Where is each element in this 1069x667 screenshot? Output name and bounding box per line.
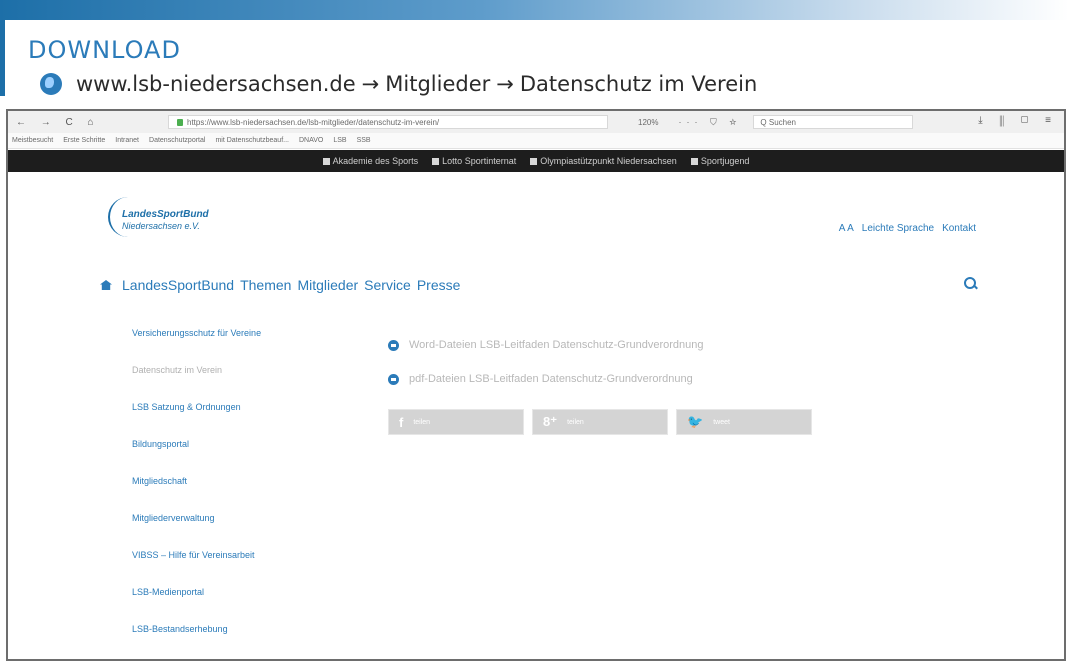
bookmark-item[interactable]: Erste Schritte bbox=[63, 137, 105, 144]
zoom-level[interactable]: 120% bbox=[638, 118, 658, 127]
checkbox-icon bbox=[530, 158, 538, 165]
nav-item-themen[interactable]: Themen bbox=[240, 277, 291, 293]
font-size-toggle[interactable]: A A bbox=[839, 223, 854, 234]
strip-link-label: Akademie des Sports bbox=[332, 156, 419, 166]
share-label: tweet bbox=[713, 418, 730, 426]
checkbox-icon bbox=[432, 158, 440, 165]
search-icon[interactable] bbox=[964, 277, 978, 291]
service-links-strip: Akademie des Sports Lotto Sportinternat … bbox=[8, 150, 1064, 172]
bookmark-item[interactable]: DNAVO bbox=[299, 137, 323, 144]
bookmark-item[interactable]: Datenschutzportal bbox=[149, 137, 205, 144]
decorative-gradient-band bbox=[0, 0, 1069, 20]
main-navigation: LandesSportBund Themen Mitglieder Servic… bbox=[100, 277, 460, 293]
home-icon[interactable] bbox=[100, 280, 112, 290]
logo-text-line1: LandesSportBund bbox=[122, 209, 209, 220]
nav-item-presse[interactable]: Presse bbox=[417, 277, 461, 293]
address-url: https://www.lsb-niedersachsen.de/lsb-mit… bbox=[187, 117, 440, 127]
download-link-word[interactable]: Word-Dateien LSB-Leitfaden Datenschutz-G… bbox=[388, 328, 704, 362]
strip-link-label: Sportjugend bbox=[700, 156, 750, 166]
strip-link-lotto[interactable]: Lotto Sportinternat bbox=[432, 156, 516, 166]
arrow-circle-icon bbox=[388, 373, 399, 385]
sidebar-item-bildungsportal[interactable]: Bildungsportal bbox=[132, 437, 342, 474]
browser-toolbar: ← → C ⌂ https://www.lsb-niedersachsen.de… bbox=[8, 111, 1064, 133]
site-logo[interactable]: LandesSportBund Niedersachsen e.V. bbox=[108, 197, 248, 237]
strip-link-olympiastuetzpunkt[interactable]: Olympiastützpunkt Niedersachsen bbox=[530, 156, 677, 166]
page-action-icons[interactable]: ··· ⛉ ☆ bbox=[678, 117, 741, 128]
bookmark-item[interactable]: Intranet bbox=[115, 137, 139, 144]
browser-tool-icons[interactable]: ⤓ ⫼ ▢ ≡ bbox=[978, 115, 1058, 126]
strip-link-label: Lotto Sportinternat bbox=[442, 156, 517, 166]
download-links: Word-Dateien LSB-Leitfaden Datenschutz-G… bbox=[388, 328, 704, 396]
bookmark-item[interactable]: LSB bbox=[333, 137, 346, 144]
sidebar-item-mitgliederverwaltung[interactable]: Mitgliederverwaltung bbox=[132, 511, 342, 548]
easy-language-link[interactable]: Leichte Sprache bbox=[862, 223, 934, 234]
download-link-label: pdf-Dateien LSB-Leitfaden Datenschutz-Gr… bbox=[409, 373, 693, 385]
download-link-pdf[interactable]: pdf-Dateien LSB-Leitfaden Datenschutz-Gr… bbox=[388, 362, 704, 396]
lock-icon bbox=[177, 118, 183, 126]
share-label: teilen bbox=[567, 418, 584, 426]
contact-link[interactable]: Kontakt bbox=[942, 223, 976, 234]
page: DOWNLOAD www.lsb-niedersachsen.de → Mitg… bbox=[0, 0, 1069, 667]
bookmark-item[interactable]: SSB bbox=[357, 137, 371, 144]
bookmark-item[interactable]: mit Datenschutzbeauf... bbox=[215, 137, 289, 144]
share-buttons: f teilen 8⁺ teilen 🐦 tweet bbox=[388, 409, 812, 435]
globe-icon bbox=[40, 73, 62, 95]
google-plus-icon: 8⁺ bbox=[543, 414, 558, 429]
decorative-left-rule bbox=[0, 20, 5, 96]
strip-link-label: Olympiastützpunkt Niedersachsen bbox=[540, 156, 677, 166]
path-item-mitglieder: Mitglieder bbox=[385, 72, 491, 96]
share-facebook-button[interactable]: f teilen bbox=[388, 409, 524, 435]
bookmarks-bar: Meistbesucht Erste Schritte Intranet Dat… bbox=[8, 133, 1064, 149]
facebook-icon: f bbox=[399, 414, 404, 430]
logo-text-line2: Niedersachsen e.V. bbox=[122, 221, 200, 231]
sidebar-item-medienportal[interactable]: LSB-Medienportal bbox=[132, 585, 342, 622]
nav-item-service[interactable]: Service bbox=[364, 277, 411, 293]
nav-item-landessportbund[interactable]: LandesSportBund bbox=[122, 277, 234, 293]
download-link-label: Word-Dateien LSB-Leitfaden Datenschutz-G… bbox=[409, 339, 704, 351]
path-url[interactable]: www.lsb-niedersachsen.de bbox=[76, 72, 356, 96]
share-googleplus-button[interactable]: 8⁺ teilen bbox=[532, 409, 668, 435]
twitter-icon: 🐦 bbox=[687, 414, 704, 429]
strip-link-sportjugend[interactable]: Sportjugend bbox=[690, 156, 750, 166]
share-label: teilen bbox=[413, 418, 431, 426]
path-arrow-icon: → bbox=[496, 72, 514, 96]
browser-nav-controls[interactable]: ← → C ⌂ bbox=[8, 117, 108, 128]
utility-links: A A Leichte Sprache Kontakt bbox=[839, 223, 976, 234]
address-bar[interactable]: https://www.lsb-niedersachsen.de/lsb-mit… bbox=[168, 115, 608, 129]
path-item-datenschutz: Datenschutz im Verein bbox=[519, 72, 758, 96]
path-arrow-icon: → bbox=[361, 72, 380, 96]
sidebar-item-datenschutz[interactable]: Datenschutz im Verein bbox=[132, 363, 342, 400]
checkbox-icon bbox=[690, 158, 698, 165]
sidebar-menu: Versicherungsschutz für Vereine Datensch… bbox=[132, 326, 342, 659]
browser-search-input[interactable]: Q Suchen bbox=[753, 115, 914, 129]
checkbox-icon bbox=[322, 158, 330, 165]
share-twitter-button[interactable]: 🐦 tweet bbox=[676, 409, 812, 435]
nav-item-mitglieder[interactable]: Mitglieder bbox=[297, 277, 358, 293]
bookmark-item[interactable]: Meistbesucht bbox=[12, 137, 53, 144]
arrow-circle-icon bbox=[388, 339, 399, 351]
sidebar-item-satzung[interactable]: LSB Satzung & Ordnungen bbox=[132, 400, 342, 437]
download-heading: DOWNLOAD bbox=[28, 36, 181, 64]
browser-screenshot: ← → C ⌂ https://www.lsb-niedersachsen.de… bbox=[6, 109, 1066, 661]
sidebar-item-versicherungsschutz[interactable]: Versicherungsschutz für Vereine bbox=[132, 326, 342, 363]
strip-link-akademie[interactable]: Akademie des Sports bbox=[322, 156, 419, 166]
sidebar-item-vibss[interactable]: VIBSS – Hilfe für Vereinsarbeit bbox=[132, 548, 342, 585]
sidebar-item-mitgliedschaft[interactable]: Mitgliedschaft bbox=[132, 474, 342, 511]
sidebar-item-bestandserhebung[interactable]: LSB-Bestandserhebung bbox=[132, 622, 342, 659]
download-path: www.lsb-niedersachsen.de → Mitglieder → … bbox=[40, 72, 757, 96]
